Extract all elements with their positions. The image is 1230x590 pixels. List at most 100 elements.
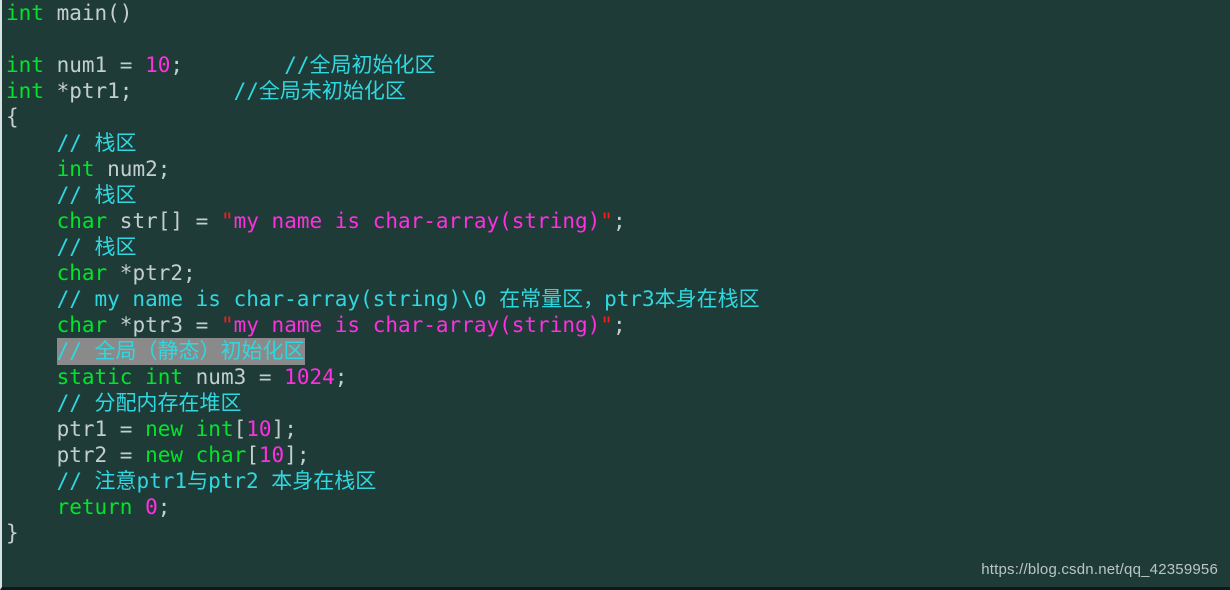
code-token-kw: char — [56, 209, 108, 233]
code-line[interactable]: // 注意ptr1与ptr2 本身在栈区 — [6, 468, 1230, 494]
code-token-kw: int — [6, 53, 44, 77]
code-line[interactable]: // 栈区 — [6, 234, 1230, 260]
code-token-pun — [6, 339, 57, 363]
code-token-pun: ; — [612, 209, 626, 233]
code-line[interactable]: int main() — [6, 0, 1230, 26]
code-token-pun — [6, 495, 57, 519]
code-token-cmt: // my name is char-array(string)\0 在常量区，… — [56, 287, 760, 311]
code-token-pun: ; — [170, 53, 184, 77]
code-token-pun — [6, 443, 57, 467]
code-token-pun — [6, 131, 57, 155]
code-line[interactable]: // 分配内存在堆区 — [6, 390, 1230, 416]
code-token-pun — [6, 261, 57, 285]
code-token-pun: = — [119, 53, 146, 77]
code-token-kw: new int — [145, 417, 234, 441]
code-token-pun — [6, 287, 57, 311]
code-token-pun — [132, 495, 145, 519]
code-token-id: *ptr2; — [107, 261, 196, 285]
code-token-id: num3 — [183, 365, 259, 389]
code-line[interactable]: int *ptr1; //全局未初始化区 — [6, 78, 1230, 104]
code-token-cmt: // 全局（静态）初始化区 — [56, 338, 305, 365]
code-token-pun — [6, 209, 57, 233]
code-line[interactable]: // 栈区 — [6, 182, 1230, 208]
code-token-pun — [6, 235, 57, 259]
code-token-id: num2; — [94, 157, 171, 181]
code-token-num: 1024 — [284, 365, 335, 389]
code-token-num: 10 — [246, 417, 272, 441]
code-token-pun: ; — [612, 313, 626, 337]
code-token-brace: { — [6, 105, 19, 129]
code-token-kw: char — [56, 261, 108, 285]
code-token-brace: } — [6, 521, 19, 545]
code-token-pun: ]; — [284, 443, 310, 467]
code-line[interactable]: } — [6, 520, 1230, 546]
code-token-num: 10 — [145, 53, 171, 77]
code-line[interactable]: // my name is char-array(string)\0 在常量区，… — [6, 286, 1230, 312]
code-token-quo: " — [220, 313, 234, 337]
watermark-url: https://blog.csdn.net/qq_42359956 — [981, 561, 1218, 578]
code-token-pun: = — [195, 209, 221, 233]
code-token-pun: ]; — [271, 417, 297, 441]
code-token-quo: " — [600, 313, 613, 337]
code-token-str: my name is char-array(string) — [233, 313, 601, 337]
code-token-pun — [44, 1, 57, 25]
code-token-id: num1 — [43, 53, 120, 77]
code-token-pun: = — [258, 365, 285, 389]
code-line[interactable]: // 全局（静态）初始化区 — [6, 338, 1230, 365]
code-token-id: ptr1 — [56, 417, 120, 441]
code-line[interactable]: { — [6, 104, 1230, 130]
code-token-id: ptr2 — [56, 443, 120, 467]
code-token-num: 0 — [145, 495, 158, 519]
code-token-pun: ; — [157, 495, 171, 519]
code-token-pun — [6, 391, 57, 415]
code-token-kw: int — [6, 79, 44, 103]
code-token-id: *ptr1; — [43, 79, 133, 103]
code-token-cmt: //全局初始化区 — [284, 53, 436, 77]
code-token-cmt: // 栈区 — [56, 183, 137, 207]
code-token-pun — [6, 157, 57, 181]
code-token-cmt: //全局未初始化区 — [233, 79, 406, 103]
code-line[interactable]: int num2; — [6, 156, 1230, 182]
code-token-pun — [6, 365, 57, 389]
code-editor-pane[interactable]: int main() int num1 = 10; //全局初始化区 int *p… — [0, 0, 1230, 590]
code-token-pun: = — [119, 417, 146, 441]
code-token-id: str[] — [107, 209, 196, 233]
code-token-cmt: // 栈区 — [56, 235, 137, 259]
code-token-pun: = — [119, 443, 146, 467]
code-token-pun: ; — [334, 365, 348, 389]
code-line[interactable]: char *ptr2; — [6, 260, 1230, 286]
code-token-pun: [ — [233, 417, 247, 441]
code-token-kw: int — [56, 157, 95, 181]
code-token-kw: static int — [56, 365, 184, 389]
code-line[interactable] — [6, 26, 1230, 52]
code-line[interactable]: int num1 = 10; //全局初始化区 — [6, 52, 1230, 78]
code-token-quo: " — [220, 209, 234, 233]
code-token-pun — [6, 417, 57, 441]
code-lines-container[interactable]: int main() int num1 = 10; //全局初始化区 int *p… — [6, 0, 1230, 546]
code-token-id: main() — [56, 1, 133, 25]
code-line[interactable]: // 栈区 — [6, 130, 1230, 156]
code-line[interactable]: return 0; — [6, 494, 1230, 520]
code-token-pun — [183, 53, 284, 77]
code-token-id: *ptr3 — [107, 313, 196, 337]
code-token-kw: new char — [145, 443, 247, 467]
code-token-pun — [6, 469, 57, 493]
code-token-str: my name is char-array(string) — [233, 209, 601, 233]
code-token-kw: int — [6, 1, 44, 25]
code-line[interactable]: ptr1 = new int[10]; — [6, 416, 1230, 442]
code-token-num: 10 — [258, 443, 285, 467]
code-line[interactable]: char *ptr3 = "my name is char-array(stri… — [6, 312, 1230, 338]
code-line[interactable]: static int num3 = 1024; — [6, 364, 1230, 390]
code-token-pun — [6, 183, 57, 207]
code-token-kw: char — [56, 313, 108, 337]
code-token-pun — [132, 79, 233, 103]
code-line[interactable]: ptr2 = new char[10]; — [6, 442, 1230, 468]
code-token-cmt: // 分配内存在堆区 — [56, 391, 242, 415]
code-token-quo: " — [600, 209, 613, 233]
code-token-kw: return — [56, 495, 133, 519]
code-line[interactable]: char str[] = "my name is char-array(stri… — [6, 208, 1230, 234]
code-token-pun — [6, 313, 57, 337]
code-token-pun: = — [195, 313, 221, 337]
code-token-cmt: // 注意ptr1与ptr2 本身在栈区 — [56, 469, 377, 493]
code-token-pun: [ — [246, 443, 259, 467]
